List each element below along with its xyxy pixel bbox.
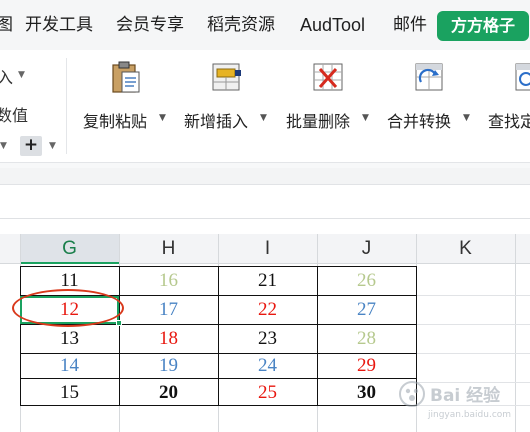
cell-j-26[interactable]: 26 — [317, 267, 416, 295]
find-tool[interactable]: 查找定 — [488, 60, 530, 140]
cell-g-14[interactable]: 14 — [20, 352, 119, 380]
insert-row-icon — [212, 63, 241, 91]
cell-i-22[interactable]: 22 — [218, 296, 317, 324]
column-header-k[interactable]: K — [416, 234, 515, 264]
insert-tool[interactable]: 新增插入 ▼ — [184, 60, 274, 140]
ribbon-fragment-insert[interactable]: 入 — [0, 64, 13, 88]
menu-item-mail[interactable]: 邮件 — [393, 13, 427, 37]
ribbon-fragment-value[interactable]: 数值 — [0, 102, 28, 126]
ribbon: 入 ▼ 数值 ▼ + ▼ 复制粘贴 ▼ 新增插入 ▼ 批量删除 ▼ 合并转换 ▼… — [0, 50, 530, 168]
menu-item-audtool[interactable]: AudTool — [300, 13, 365, 37]
grid-row-line — [416, 324, 530, 325]
cell-h-19[interactable]: 19 — [119, 352, 218, 380]
fill-handle[interactable] — [116, 320, 122, 326]
cell-h-17[interactable]: 17 — [119, 296, 218, 324]
column-header-i[interactable]: I — [218, 234, 317, 264]
watermark-url: jingyan.baidu.com — [427, 410, 511, 420]
formula-bar[interactable] — [0, 185, 530, 219]
cell-i-24[interactable]: 24 — [218, 352, 317, 380]
column-header-g[interactable]: G — [20, 234, 119, 264]
copy-paste-label: 复制粘贴 — [83, 112, 148, 131]
ribbon-separator — [66, 58, 67, 154]
grid-row-line — [416, 295, 530, 296]
cell-j-27[interactable]: 27 — [317, 296, 416, 324]
chevron-down-icon: ▼ — [260, 113, 267, 123]
ribbon-panel: 入 ▼ 数值 ▼ + ▼ 复制粘贴 ▼ 新增插入 ▼ 批量删除 ▼ 合并转换 ▼… — [0, 50, 530, 163]
menu-item-developer-tools[interactable]: 开发工具 — [25, 13, 93, 37]
batch-delete-label: 批量删除 — [286, 112, 351, 131]
cell-h-20[interactable]: 20 — [119, 379, 218, 407]
merge-convert-icon — [415, 63, 443, 91]
cell-g-13[interactable]: 13 — [20, 325, 119, 353]
chevron-down-icon[interactable]: ▼ — [0, 141, 7, 151]
menu-item-view-fragment[interactable]: 图 — [0, 13, 13, 37]
column-header-row: G H I J K — [0, 234, 530, 264]
chevron-down-icon: ▼ — [463, 113, 470, 123]
cell-j-28[interactable]: 28 — [317, 325, 416, 353]
annotation-circle — [12, 289, 124, 327]
add-button[interactable]: + — [20, 136, 42, 156]
cell-h-18[interactable]: 18 — [119, 325, 218, 353]
chevron-down-icon: ▼ — [159, 113, 166, 123]
menu-item-docer-resources[interactable]: 稻壳资源 — [207, 13, 275, 37]
cell-i-21[interactable]: 21 — [218, 267, 317, 295]
cell-i-25[interactable]: 25 — [218, 379, 317, 407]
baidu-jingyan-watermark: Bai 经验 jingyan.baidu.com — [399, 381, 511, 420]
insert-label: 新增插入 — [184, 112, 249, 131]
cell-i-23[interactable]: 23 — [218, 325, 317, 353]
column-header-j[interactable]: J — [317, 234, 416, 264]
cell-h-16[interactable]: 16 — [119, 267, 218, 295]
cell-g-15[interactable]: 15 — [20, 379, 119, 407]
menu-item-ffgz-active[interactable]: 方方格子 — [437, 11, 529, 41]
find-label: 查找定 — [488, 112, 530, 131]
column-header-h[interactable]: H — [119, 234, 218, 264]
menu-bar: 图 开发工具 会员专享 稻壳资源 AudTool 邮件 方方格子 — [0, 0, 530, 50]
delete-grid-icon — [313, 63, 343, 91]
chevron-down-icon[interactable]: ▼ — [49, 141, 56, 151]
grid-row-line — [416, 353, 530, 354]
menu-item-member[interactable]: 会员专享 — [116, 13, 184, 37]
chevron-down-icon: ▼ — [362, 113, 369, 123]
merge-convert-label: 合并转换 — [387, 112, 452, 131]
clipboard-paste-icon — [112, 61, 140, 93]
watermark-title: Bai 经验 — [430, 385, 501, 406]
ribbon-bottom-strip — [0, 168, 530, 185]
find-icon — [515, 63, 530, 91]
batch-delete-tool[interactable]: 批量删除 ▼ — [286, 60, 376, 140]
copy-paste-tool[interactable]: 复制粘贴 ▼ — [83, 60, 173, 140]
chevron-down-icon[interactable]: ▼ — [18, 70, 25, 80]
merge-convert-tool[interactable]: 合并转换 ▼ — [387, 60, 477, 140]
